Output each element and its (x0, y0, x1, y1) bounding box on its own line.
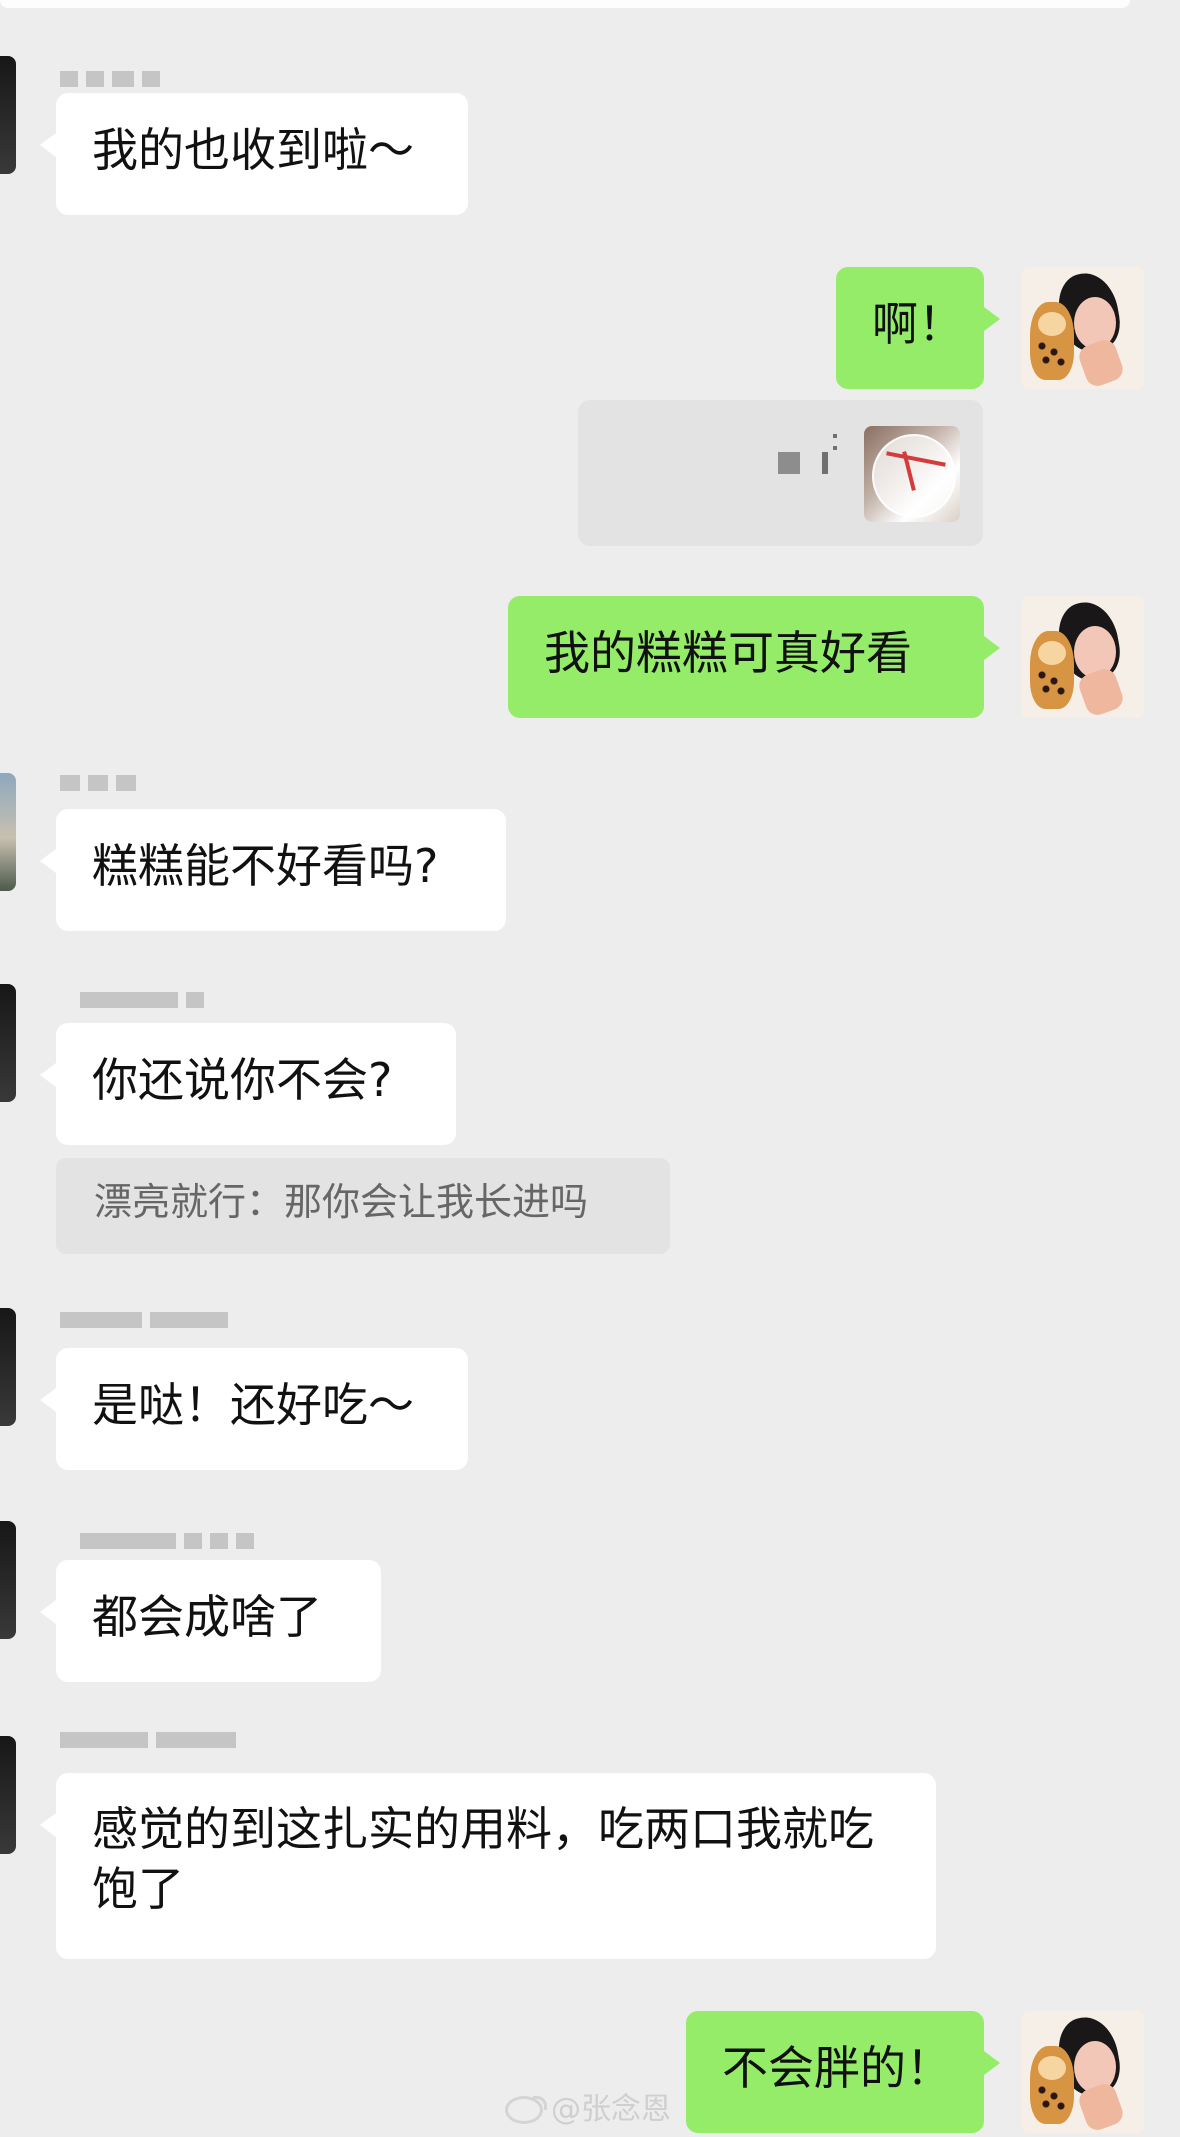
watermark: @张念恩 (505, 2090, 671, 2130)
message-text: 我的糕糕可真好看 (544, 626, 912, 680)
message-bubble[interactable]: 我的糕糕可真好看 (508, 596, 1000, 718)
cake-image-thumbnail[interactable] (864, 426, 960, 522)
watermark-handle: @张念恩 (551, 2092, 671, 2127)
message-bubble[interactable]: 你还说你不会? (40, 1023, 456, 1145)
sender-name-mask (80, 991, 204, 1009)
message-bubble[interactable]: 糕糕能不好看吗? (40, 809, 506, 931)
message-text: 感觉的到这扎实的用料，吃两口我就吃饱了 (92, 1802, 874, 1916)
quote-text: 漂亮就行：那你会让我长进吗 (94, 1180, 589, 1224)
sender-name-mask (80, 1532, 254, 1550)
message-bubble[interactable]: 啊！ (836, 267, 1000, 389)
quoted-reply[interactable]: 漂亮就行：那你会让我长进吗 (56, 1158, 670, 1254)
profile-avatar-icon[interactable] (1022, 596, 1144, 718)
message-text: 我的也收到啦～ (92, 123, 414, 177)
message-text: 不会胖的！ (722, 2041, 952, 2095)
status-divider (0, 0, 1130, 8)
message-bubble[interactable]: 感觉的到这扎实的用料，吃两口我就吃饱了 (40, 1773, 936, 1959)
left-avatar[interactable] (0, 773, 16, 891)
top-bar (0, 0, 1180, 52)
quoted-image-message[interactable] (578, 400, 983, 546)
sender-name-mask (60, 1311, 228, 1329)
message-text: 是哒！还好吃～ (92, 1378, 414, 1432)
sender-name-mask (60, 774, 136, 792)
left-avatar[interactable] (0, 984, 16, 1102)
sender-name-mask (60, 70, 160, 88)
message-bubble[interactable]: 都会成啥了 (40, 1560, 381, 1682)
left-avatar[interactable] (0, 1736, 16, 1854)
left-avatar[interactable] (0, 1521, 16, 1639)
left-avatar[interactable] (0, 56, 16, 174)
profile-avatar-icon[interactable] (1022, 2011, 1144, 2133)
weibo-logo-icon (505, 2096, 547, 2124)
profile-avatar-icon[interactable] (1022, 267, 1144, 389)
message-text: 你还说你不会? (92, 1053, 393, 1107)
message-text: 糕糕能不好看吗? (92, 839, 439, 893)
left-avatar[interactable] (0, 1308, 16, 1426)
sender-name-mask (60, 1731, 236, 1749)
message-bubble[interactable]: 不会胖的！ (686, 2011, 1000, 2133)
message-text: 都会成啥了 (92, 1590, 322, 1644)
message-bubble[interactable]: 是哒！还好吃～ (40, 1348, 468, 1470)
message-bubble[interactable]: 我的也收到啦～ (40, 93, 468, 215)
message-text: 啊！ (872, 297, 964, 351)
